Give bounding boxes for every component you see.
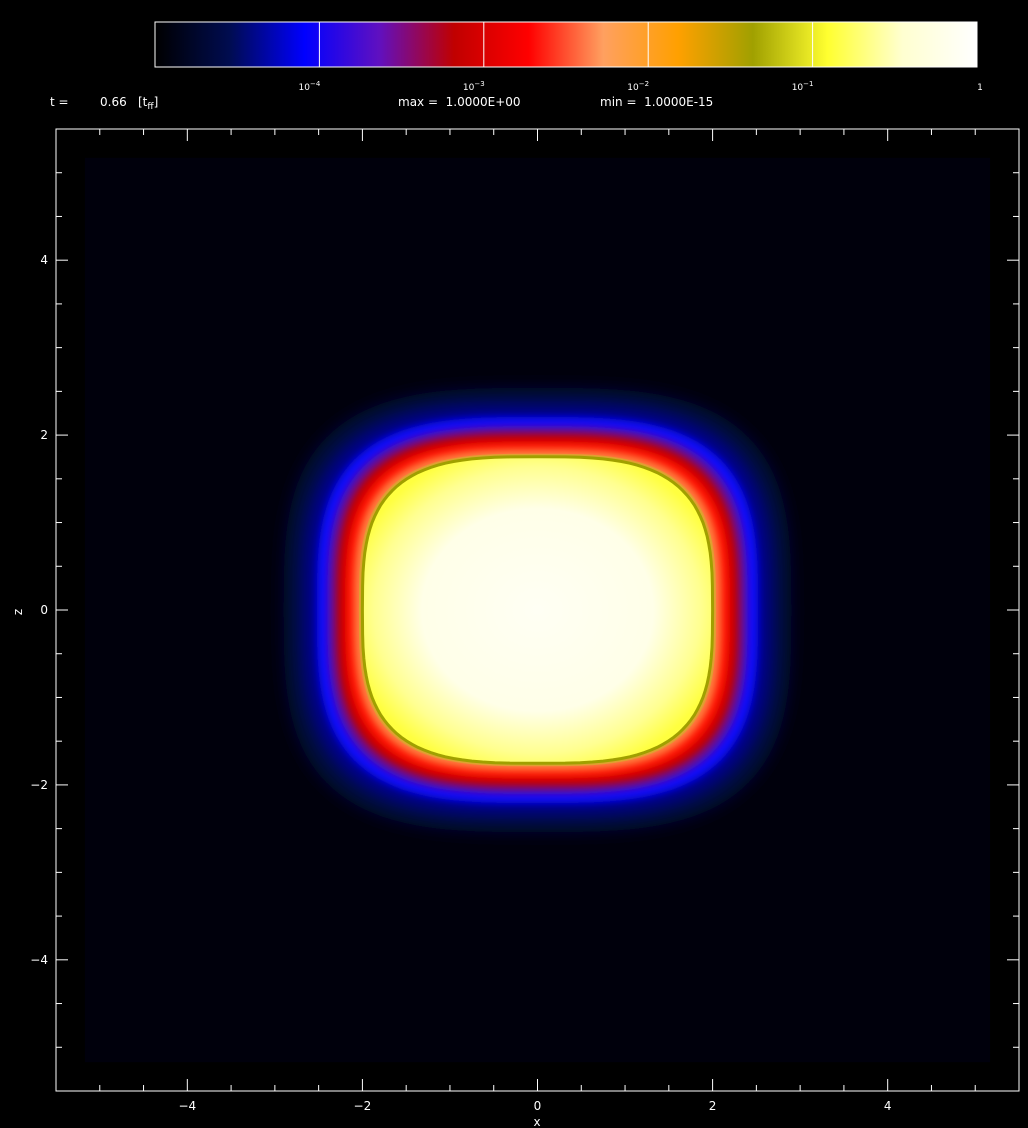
plot-area: −4 −2 0 2 4 −4 −2 0 2 4 x z (11, 128, 1020, 1128)
x-tick-label: 2 (709, 1099, 717, 1113)
x-tick-label: 4 (884, 1099, 892, 1113)
colorbar-gradient (154, 21, 978, 68)
density-core (360, 455, 715, 765)
density-field (84, 157, 991, 1063)
colorbar-tick-label: 10−1 (792, 80, 814, 93)
colorbar-tick-label: 10−3 (463, 80, 485, 93)
min-readout: min = 1.0000E-15 (600, 95, 713, 109)
x-axis-label: x (533, 1115, 540, 1128)
y-tick-label: 0 (40, 603, 48, 617)
y-tick-label: −4 (30, 953, 48, 967)
y-tick-label: 4 (40, 253, 48, 267)
y-tick-label: 2 (40, 428, 48, 442)
time-value: 0.66 (100, 95, 127, 109)
x-tick-label: −4 (178, 1099, 196, 1113)
x-tick-label: −2 (354, 1099, 372, 1113)
colorbar-tick-label: 1 (977, 83, 983, 93)
y-axis-label: z (11, 609, 25, 615)
time-unit: [tff] (138, 95, 158, 112)
x-tick-label: 0 (534, 1099, 542, 1113)
y-tick-label: −2 (30, 778, 48, 792)
colorbar-tick-label: 10−2 (627, 80, 649, 93)
header-info: t = 0.66 [tff] max = 1.0000E+00 min = 1.… (50, 95, 713, 112)
colorbar: 10−4 10−3 10−2 10−1 1 (154, 21, 983, 93)
plot-figure: 10−4 10−3 10−2 10−1 1 t = 0.66 [tff] max = 1… (11, 21, 1020, 1128)
colorbar-tick-label: 10−4 (299, 80, 321, 93)
time-prefix: t = (50, 95, 69, 109)
max-readout: max = 1.0000E+00 (398, 95, 521, 109)
